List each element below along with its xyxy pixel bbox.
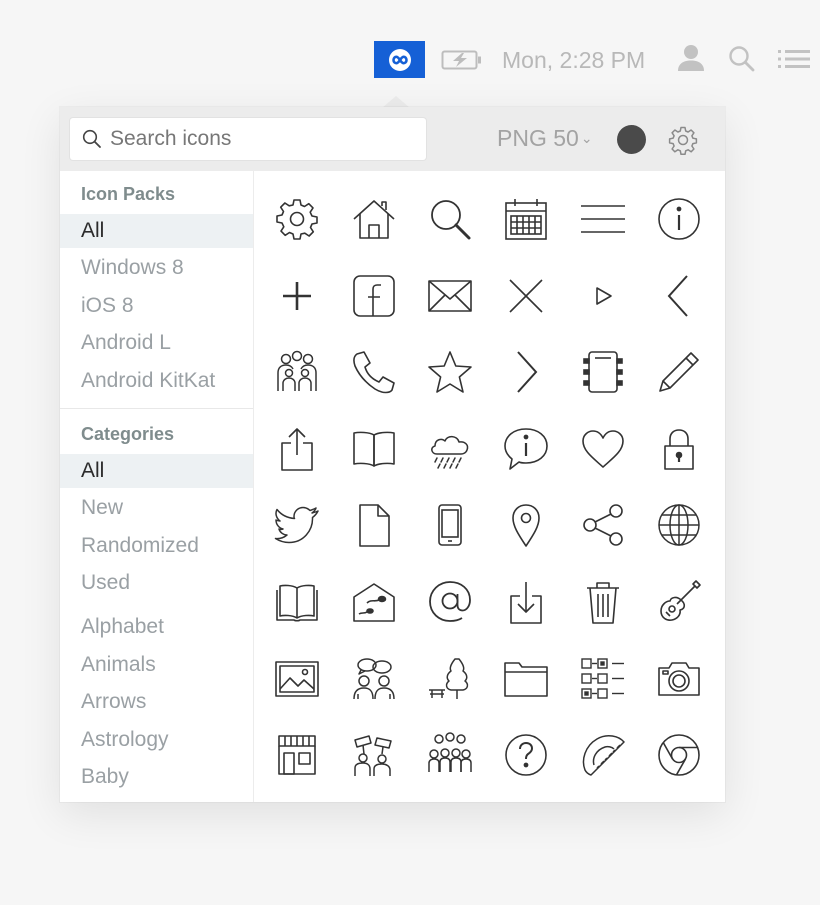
facebook-icon[interactable]: [336, 258, 412, 334]
menu-lines-icon[interactable]: [565, 181, 641, 257]
protractor-icon[interactable]: [565, 717, 641, 793]
pack-item-all[interactable]: All: [60, 214, 253, 248]
twitter-bird-icon[interactable]: [259, 487, 335, 563]
category-item-randomized[interactable]: Randomized: [60, 529, 253, 563]
pack-item-windows-8[interactable]: Windows 8: [60, 251, 253, 285]
mail-icon[interactable]: [412, 258, 488, 334]
icon-packs-heading: Icon Packs: [81, 184, 176, 204]
search-box[interactable]: [70, 118, 426, 160]
pack-item-ios-8[interactable]: iOS 8: [60, 289, 253, 323]
document-icon[interactable]: [336, 487, 412, 563]
heart-icon[interactable]: [565, 411, 641, 487]
chevron-left-icon[interactable]: [641, 258, 717, 334]
lock-icon[interactable]: [641, 411, 717, 487]
category-item-all[interactable]: All: [60, 454, 253, 488]
menu-bar: Mon, 2:28 PM: [0, 38, 820, 82]
chevron-down-icon: ⌄: [580, 130, 593, 146]
format-size-select[interactable]: PNG 50 ⌄: [497, 125, 593, 152]
info-circle-icon[interactable]: [641, 181, 717, 257]
app-menu-extra-button[interactable]: [374, 41, 425, 78]
chrome-icon[interactable]: [641, 717, 717, 793]
category-item-alphabet[interactable]: Alphabet: [60, 610, 253, 644]
download-tray-icon[interactable]: [488, 564, 564, 640]
discussion-icon[interactable]: [336, 641, 412, 717]
category-item-arrows[interactable]: Arrows: [60, 685, 253, 719]
search-input[interactable]: [110, 118, 420, 160]
categories-heading: Categories: [81, 424, 175, 444]
picture-icon[interactable]: [259, 641, 335, 717]
category-item-astrology[interactable]: Astrology: [60, 723, 253, 757]
category-item-baby[interactable]: Baby: [60, 760, 253, 794]
menu-bar-clock[interactable]: Mon, 2:28 PM: [502, 47, 645, 74]
pack-item-android-l[interactable]: Android L: [60, 326, 253, 360]
calendar-icon[interactable]: [488, 181, 564, 257]
pencil-icon[interactable]: [641, 334, 717, 410]
protest-icon[interactable]: [336, 717, 412, 793]
guitar-icon[interactable]: [641, 564, 717, 640]
spotlight-search-icon[interactable]: [728, 45, 756, 78]
sidebar-divider: [60, 408, 253, 409]
camera-icon[interactable]: [641, 641, 717, 717]
open-book-icon[interactable]: [336, 411, 412, 487]
plus-icon[interactable]: [259, 258, 335, 334]
gear-icon[interactable]: [259, 181, 335, 257]
category-item-used[interactable]: Used: [60, 566, 253, 600]
phone-icon[interactable]: [336, 334, 412, 410]
list-icon[interactable]: [778, 48, 810, 75]
search-icon: [82, 129, 101, 148]
group-icon[interactable]: [259, 334, 335, 410]
share-upload-icon[interactable]: [259, 411, 335, 487]
star-icon[interactable]: [412, 334, 488, 410]
icon-popover: PNG 50⌄ Icon Packs All Windows 8 iOS 8 A…: [60, 107, 725, 802]
home-icon[interactable]: [336, 181, 412, 257]
user-icon[interactable]: [676, 44, 706, 77]
checklist-icon[interactable]: [565, 641, 641, 717]
close-x-icon[interactable]: [488, 258, 564, 334]
search-icon[interactable]: [412, 181, 488, 257]
share-nodes-icon[interactable]: [565, 487, 641, 563]
play-triangle-icon[interactable]: [565, 258, 641, 334]
category-item-new[interactable]: New: [60, 491, 253, 525]
rain-cloud-icon[interactable]: [412, 411, 488, 487]
processor-chip-icon[interactable]: [565, 334, 641, 410]
shop-icon[interactable]: [259, 717, 335, 793]
help-circle-icon[interactable]: [488, 717, 564, 793]
at-sign-icon[interactable]: [412, 564, 488, 640]
sperm-house-icon[interactable]: [336, 564, 412, 640]
pack-item-android-kitkat[interactable]: Android KitKat: [60, 364, 253, 398]
globe-icon[interactable]: [641, 487, 717, 563]
popover-toolbar: PNG 50⌄: [60, 107, 725, 171]
map-pin-icon[interactable]: [488, 487, 564, 563]
smartphone-icon[interactable]: [412, 487, 488, 563]
folder-icon[interactable]: [488, 641, 564, 717]
book-icon[interactable]: [259, 564, 335, 640]
info-bubble-icon[interactable]: [488, 411, 564, 487]
trash-icon[interactable]: [565, 564, 641, 640]
settings-gear-icon[interactable]: [668, 125, 698, 160]
color-picker-swatch[interactable]: [617, 125, 646, 154]
crowd-icon[interactable]: [412, 717, 488, 793]
format-size-label: PNG 50: [497, 125, 579, 151]
park-tree-icon[interactable]: [412, 641, 488, 717]
battery-charging-icon[interactable]: [441, 49, 483, 76]
category-item-animals[interactable]: Animals: [60, 648, 253, 682]
chevron-right-icon[interactable]: [488, 334, 564, 410]
sidebar: Icon Packs All Windows 8 iOS 8 Android L…: [60, 171, 254, 802]
infinity-icon: [388, 48, 411, 71]
